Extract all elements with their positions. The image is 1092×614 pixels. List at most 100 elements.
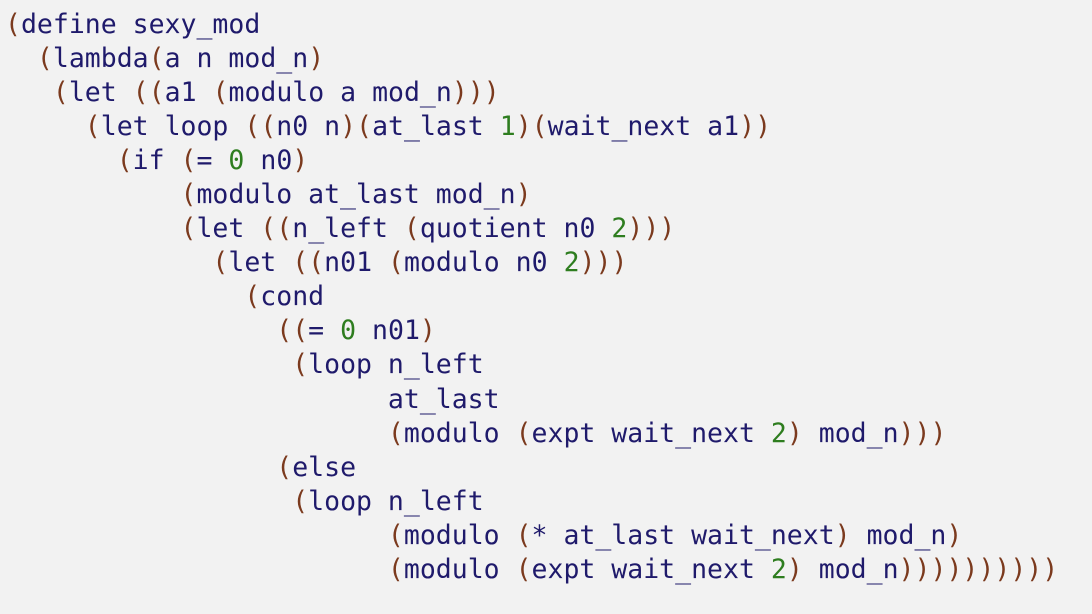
identifier-token: = <box>308 315 341 347</box>
paren-token: ) <box>419 315 436 347</box>
code-line: (let loop ((n0 n)(at_last 1)(wait_next a… <box>5 110 1058 144</box>
paren-token: ( <box>387 553 404 585</box>
code-block: (define sexy_mod (lambda(a n mod_n) (let… <box>5 8 1058 587</box>
identifier-token: let <box>228 247 293 279</box>
identifier-token <box>5 213 181 244</box>
identifier-token: let loop <box>100 111 245 143</box>
identifier-token <box>5 418 388 449</box>
identifier-token <box>5 111 85 142</box>
paren-token: ) <box>515 179 532 211</box>
identifier-token: let <box>196 213 261 245</box>
paren-token: ( <box>260 111 277 143</box>
identifier-token: cond <box>260 281 325 313</box>
code-line: (loop n_left <box>5 348 1058 382</box>
paren-token: ( <box>244 281 261 313</box>
identifier-token: modulo at_last mod_n <box>196 179 516 211</box>
code-line: (define sexy_mod <box>5 8 1058 42</box>
identifier-token <box>5 486 292 517</box>
identifier-token: let <box>68 77 133 109</box>
identifier-token: = <box>196 145 229 177</box>
paren-token: ( <box>84 111 101 143</box>
identifier-token: 01 <box>387 315 420 347</box>
paren-token: ( <box>292 485 309 517</box>
paren-token: ) <box>786 553 803 585</box>
paren-token: ( <box>180 145 197 177</box>
identifier-token: 0 <box>292 111 309 143</box>
identifier-token: * at_last wait_next <box>531 519 835 551</box>
paren-token: ( <box>148 43 165 75</box>
identifier-token: at_last <box>372 111 500 143</box>
paren-token: ) <box>914 553 931 585</box>
identifier-token: n <box>276 111 293 143</box>
paren-token: ( <box>5 9 21 40</box>
identifier-token: n_left <box>292 213 404 245</box>
identifier-token <box>5 247 212 278</box>
paren-token: ( <box>276 315 293 347</box>
code-line: at_last <box>5 383 1058 417</box>
code-line: ((= 0 n01) <box>5 314 1058 348</box>
identifier-token: n <box>308 111 341 143</box>
paren-token: ) <box>451 77 468 109</box>
paren-token: ( <box>308 247 325 279</box>
identifier-token: expt wait_next <box>531 417 771 449</box>
paren-token: ( <box>388 247 404 279</box>
paren-token: ( <box>244 111 261 143</box>
paren-token: ) <box>755 111 772 143</box>
identifier-token <box>5 452 276 483</box>
paren-token: ( <box>531 111 548 143</box>
identifier-token: define sexy_mod <box>20 9 261 40</box>
code-line: (cond <box>5 280 1058 314</box>
paren-token: ( <box>212 77 229 109</box>
identifier-token: modulo <box>403 519 516 551</box>
paren-token: ) <box>930 417 947 449</box>
paren-token: ) <box>914 417 931 449</box>
paren-token: ( <box>387 417 404 449</box>
identifier-token: 0 <box>531 247 548 279</box>
identifier-token <box>5 77 53 108</box>
paren-token: ) <box>930 553 947 585</box>
number-token: 0 <box>340 315 357 347</box>
identifier-token: modulo a mod_n <box>228 77 452 109</box>
paren-token: ) <box>962 553 979 585</box>
paren-token: ( <box>132 77 149 109</box>
identifier-token: quotient n <box>419 213 580 245</box>
code-line: (lambda(a n mod_n) <box>5 42 1058 76</box>
identifier-token: n <box>324 247 341 279</box>
identifier-token: at_last <box>5 383 500 415</box>
paren-token: ( <box>356 111 373 143</box>
number-token: 2 <box>611 213 628 245</box>
identifier-token: mod_n <box>802 417 899 449</box>
number-token: 2 <box>770 417 787 449</box>
identifier-token: 1 <box>723 111 740 143</box>
code-line: (else <box>5 451 1058 485</box>
identifier-token: 1 <box>180 77 197 109</box>
paren-token: ) <box>659 213 676 245</box>
paren-token: ) <box>643 213 660 245</box>
paren-token: ) <box>834 519 851 551</box>
identifier-token <box>372 247 388 278</box>
paren-token: ( <box>387 519 404 551</box>
paren-token: ( <box>260 213 277 245</box>
paren-token: ) <box>515 111 532 143</box>
paren-token: ( <box>36 43 53 75</box>
paren-token: ) <box>579 247 596 279</box>
paren-token: ( <box>180 179 197 211</box>
paren-token: ) <box>1042 553 1059 585</box>
paren-token: ) <box>340 111 357 143</box>
identifier-token <box>5 315 276 346</box>
paren-token: ( <box>515 519 532 551</box>
code-line: (if (= 0 n0) <box>5 144 1058 178</box>
identifier-token: modulo n <box>403 247 532 279</box>
number-token: 1 <box>499 111 516 143</box>
code-line: (loop n_left <box>5 485 1058 519</box>
paren-token: ) <box>994 553 1011 585</box>
paren-token: ) <box>739 111 756 143</box>
paren-token: ( <box>52 77 69 109</box>
code-line: (modulo (expt wait_next 2) mod_n))))))))… <box>5 553 1058 587</box>
identifier-token <box>5 145 117 176</box>
identifier-token: modulo <box>403 553 516 585</box>
code-line: (let ((a1 (modulo a mod_n))) <box>5 76 1058 110</box>
paren-token: ) <box>627 213 644 245</box>
identifier-token: expt wait_next <box>531 553 771 585</box>
identifier-token <box>595 213 611 244</box>
